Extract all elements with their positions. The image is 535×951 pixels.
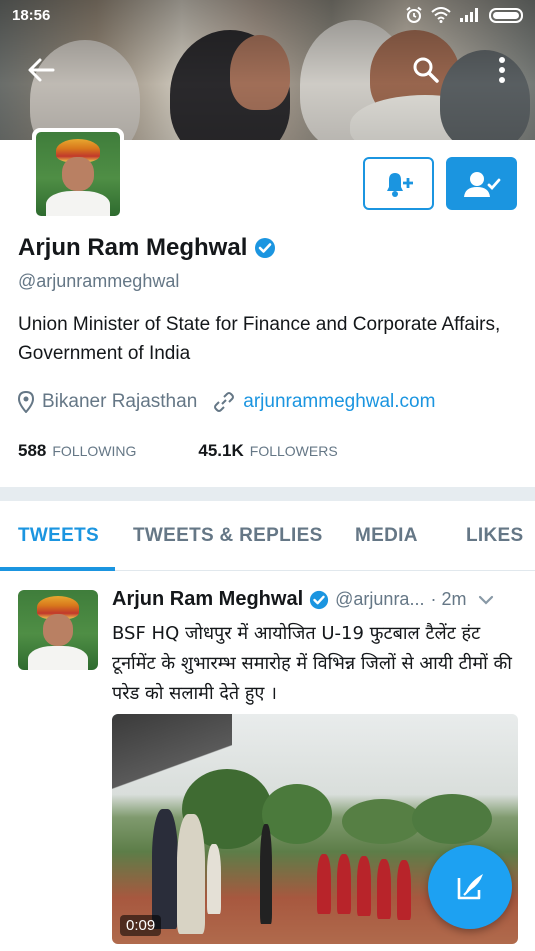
battery-icon [489, 7, 523, 23]
followers-count-link[interactable]: 45.1K FOLLOWERS [198, 441, 337, 461]
tweet-timestamp: · 2m [430, 589, 467, 609]
profile-name-row: Arjun Ram Meghwal [18, 234, 276, 262]
profile-bio: Union Minister of State for Finance and … [18, 314, 501, 364]
tab-likes[interactable]: LIKES [466, 501, 523, 571]
tweet-text: BSF HQ जोधपुर में आयोजित U-19 फुटबाल टैल… [112, 623, 512, 704]
video-duration: 0:09 [120, 915, 162, 936]
profile-name: Arjun Ram Meghwal [18, 234, 248, 261]
compose-tweet-icon [457, 874, 483, 900]
followers-count: 45.1K [198, 441, 244, 460]
user-check-icon [463, 171, 500, 197]
arrow-left-icon [28, 58, 55, 82]
compose-tweet-button[interactable] [428, 845, 512, 929]
profile-location: Bikaner Rajasthan [42, 391, 198, 412]
more-vertical-icon [499, 57, 505, 83]
chevron-down-icon[interactable] [478, 595, 494, 605]
link-icon [214, 392, 235, 412]
following-count: 588 [18, 441, 47, 460]
profile-meta: Bikaner Rajasthan arjunrammeghwal.com [18, 391, 435, 413]
section-divider [0, 487, 535, 501]
bell-plus-icon [386, 172, 413, 197]
back-button[interactable] [21, 50, 61, 90]
notifications-button[interactable] [363, 157, 434, 210]
followers-label: FOLLOWERS [249, 443, 338, 459]
tab-media[interactable]: MEDIA [355, 501, 418, 571]
wifi-icon [431, 7, 451, 23]
verified-badge-icon [310, 590, 329, 609]
status-bar: 18:56 [0, 0, 535, 30]
signal-icon [460, 8, 478, 22]
tweet-author-name[interactable]: Arjun Ram Meghwal [112, 588, 303, 611]
tweet-header: Arjun Ram Meghwal @arjunra... · 2m [112, 588, 522, 611]
profile-handle: @arjunrammeghwal [18, 271, 180, 291]
location-pin-icon [18, 391, 34, 413]
more-options-button[interactable] [482, 50, 522, 90]
profile-counts: 588 FOLLOWING 45.1K FOLLOWERS [18, 441, 338, 461]
status-time: 18:56 [12, 6, 51, 24]
following-button[interactable] [446, 157, 517, 210]
tab-tweets[interactable]: TWEETS [18, 501, 99, 571]
verified-badge-icon [255, 238, 276, 258]
alarm-icon [406, 6, 422, 23]
profile-tabs: TWEETS TWEETS & REPLIES MEDIA LIKES [0, 501, 535, 571]
search-icon [413, 57, 439, 83]
tab-tweets-replies[interactable]: TWEETS & REPLIES [133, 501, 323, 571]
tweet-author-handle: @arjunra... [335, 589, 425, 609]
following-count-link[interactable]: 588 FOLLOWING [18, 441, 136, 461]
profile-website-link[interactable]: arjunrammeghwal.com [243, 391, 435, 413]
following-label: FOLLOWING [52, 443, 137, 459]
active-tab-indicator [0, 567, 115, 571]
tweet-avatar[interactable] [18, 590, 98, 670]
search-button[interactable] [406, 50, 446, 90]
profile-avatar[interactable] [32, 128, 124, 220]
